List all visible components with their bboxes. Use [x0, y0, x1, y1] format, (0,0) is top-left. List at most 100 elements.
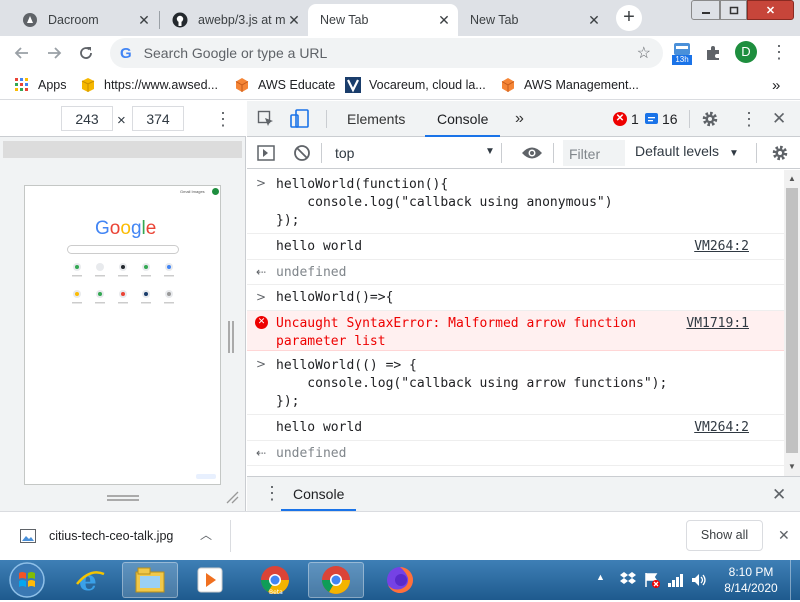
viewport-avatar	[212, 188, 219, 195]
devtools-menu-icon[interactable]: ⋮	[740, 109, 758, 130]
volume-icon[interactable]	[690, 571, 708, 589]
extension-badge: 13h	[672, 55, 692, 65]
forward-button[interactable]	[42, 41, 66, 65]
viewport-google-logo: Google	[95, 218, 157, 239]
scrollbar-thumb[interactable]	[786, 188, 798, 453]
close-tab-icon[interactable]: ✕	[436, 12, 452, 28]
tab-console[interactable]: Console	[425, 101, 501, 137]
aws-cube-icon	[234, 77, 250, 93]
dropbox-tray-icon[interactable]	[619, 571, 637, 587]
tab-elements[interactable]: Elements	[347, 101, 405, 137]
bookmark-awseducate-url[interactable]: https://www.awsed...	[80, 76, 218, 94]
source-link[interactable]: VM1719:1	[686, 316, 749, 331]
console-code[interactable]: helloWorld(() => { console.log("callback…	[276, 357, 667, 411]
divider	[326, 110, 327, 128]
console-log-message: hello world VM264:2	[247, 234, 784, 260]
network-signal-icon[interactable]	[667, 572, 685, 588]
close-tab-icon[interactable]: ✕	[136, 12, 152, 28]
log-text: hello world	[276, 420, 363, 435]
viewport-customize-button[interactable]	[196, 474, 216, 479]
bookmark-star-icon[interactable]: ☆	[637, 43, 651, 63]
device-width-input[interactable]: 243	[61, 106, 113, 131]
start-button[interactable]	[4, 561, 50, 599]
console-code[interactable]: helloWorld(function(){ console.log("call…	[276, 176, 613, 230]
firefox-taskbar-icon[interactable]	[372, 562, 428, 598]
more-tabs-button[interactable]: »	[515, 101, 524, 137]
extension-badge-icon[interactable]: 13h	[672, 42, 692, 66]
chevron-up-icon[interactable]: ︿	[200, 526, 212, 543]
close-tab-icon[interactable]: ✕	[586, 12, 602, 28]
action-center-flag-icon[interactable]	[643, 571, 661, 589]
tab-new-tab[interactable]: New Tab ✕	[458, 4, 608, 36]
clear-console-icon[interactable]	[293, 144, 311, 162]
device-menu-icon[interactable]: ⋮	[214, 109, 232, 130]
explorer-taskbar-icon[interactable]	[122, 562, 178, 598]
system-clock[interactable]: 8:10 PM 8/14/2020	[716, 564, 786, 596]
chrome-menu-icon[interactable]: ⋮	[770, 41, 788, 65]
source-link[interactable]: VM264:2	[694, 239, 749, 254]
bookmark-aws-educate[interactable]: AWS Educate	[234, 76, 335, 94]
back-button[interactable]	[10, 41, 34, 65]
minimize-button[interactable]	[691, 0, 720, 20]
tab-github[interactable]: awebp/3.js at m ✕	[160, 4, 308, 36]
live-expression-eye-icon[interactable]	[521, 145, 543, 161]
tray-expand-icon[interactable]: ▲	[596, 572, 605, 582]
bookmark-apps[interactable]: Apps	[14, 76, 67, 94]
ie-taskbar-icon[interactable]: e	[62, 562, 118, 598]
tab-new-tab-active[interactable]: New Tab ✕	[308, 4, 458, 36]
reload-button[interactable]	[74, 41, 98, 65]
close-download-bar-icon[interactable]: ✕	[778, 527, 790, 544]
scroll-down-icon[interactable]: ▼	[788, 462, 796, 471]
console-scrollbar[interactable]: ▲ ▼	[784, 170, 800, 476]
console-messages: > helloWorld(function(){ console.log("ca…	[247, 170, 784, 476]
return-arrow-icon: ⇠	[256, 265, 267, 279]
log-levels-dropdown[interactable]: Default levels ▼	[635, 143, 739, 159]
drawer-tab-console[interactable]: Console	[281, 477, 357, 511]
address-bar[interactable]: G Search Google or type a URL ☆	[110, 38, 663, 68]
drawer-menu-icon[interactable]: ⋮	[263, 483, 281, 504]
viewport-search-box[interactable]	[67, 245, 179, 254]
profile-avatar[interactable]: D	[735, 41, 757, 63]
restore-button[interactable]	[720, 0, 747, 20]
settings-gear-icon[interactable]	[701, 110, 719, 128]
divider	[689, 110, 690, 128]
scroll-up-icon[interactable]: ▲	[788, 174, 796, 183]
resize-handle-right[interactable]	[228, 321, 234, 353]
filter-input[interactable]: Filter	[563, 140, 625, 166]
resize-handle-bottom[interactable]	[107, 495, 139, 501]
close-window-button[interactable]: ✕	[747, 0, 794, 20]
download-item[interactable]: citius-tech-ceo-talk.jpg ︿	[0, 512, 230, 560]
media-player-taskbar-icon[interactable]	[182, 562, 238, 598]
address-placeholder: Search Google or type a URL	[143, 45, 328, 61]
extensions-puzzle-icon[interactable]	[704, 44, 722, 62]
context-selector[interactable]: top ▼	[327, 139, 497, 167]
result-text: undefined	[276, 265, 347, 280]
tab-dacroom[interactable]: Dacroom ✕	[10, 4, 158, 36]
chrome-beta-taskbar-icon[interactable]: Beta	[247, 562, 303, 598]
clock-time: 8:10 PM	[728, 565, 774, 579]
bookmark-vocareum[interactable]: Vocareum, cloud la...	[345, 76, 486, 94]
message-count[interactable]: 16	[662, 111, 678, 127]
resize-corner-icon[interactable]	[224, 489, 240, 505]
bookmarks-overflow[interactable]: »	[772, 76, 780, 94]
console-code[interactable]: helloWorld()=>{	[276, 289, 393, 307]
source-link[interactable]: VM264:2	[694, 420, 749, 435]
show-all-button[interactable]: Show all	[686, 520, 763, 551]
close-devtools-icon[interactable]: ✕	[772, 109, 786, 129]
dacroom-icon	[22, 12, 38, 28]
media-query-bar	[3, 141, 242, 158]
device-height-input[interactable]: 374	[132, 106, 184, 131]
console-settings-gear-icon[interactable]	[771, 144, 789, 162]
close-tab-icon[interactable]: ✕	[286, 12, 302, 28]
show-desktop-button[interactable]	[790, 560, 800, 600]
browser-toolbar: G Search Google or type a URL ☆ 13h D ⋮	[0, 36, 800, 70]
inspect-element-icon[interactable]	[257, 110, 275, 128]
bookmark-aws-management[interactable]: AWS Management...	[500, 76, 639, 94]
close-drawer-icon[interactable]: ✕	[772, 485, 786, 505]
chrome-taskbar-icon[interactable]	[308, 562, 364, 598]
device-toolbar-toggle-icon[interactable]	[290, 109, 310, 129]
sidebar-toggle-icon[interactable]	[257, 144, 275, 162]
error-count[interactable]: 1	[631, 111, 639, 127]
console-drawer: ⋮ Console ✕	[247, 476, 800, 511]
new-tab-button[interactable]: +	[616, 5, 642, 31]
